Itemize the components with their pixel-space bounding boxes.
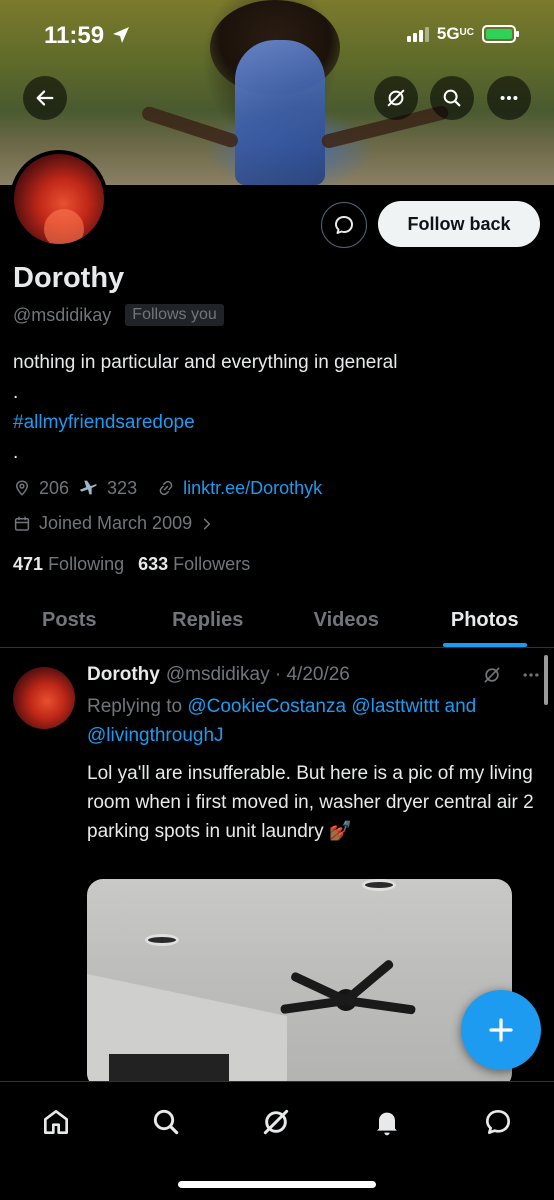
status-indicators: 5GUC — [406, 24, 519, 44]
compose-post-button[interactable] — [461, 990, 541, 1070]
profile-avatar[interactable] — [10, 150, 108, 248]
profile-tabs: Posts Replies Videos Photos — [0, 594, 554, 648]
back-button[interactable] — [23, 76, 67, 120]
nav-messages[interactable] — [478, 1102, 518, 1142]
bio-hashtag-link[interactable]: #allmyfriendsaredope — [13, 410, 543, 440]
follow-back-button[interactable]: Follow back — [378, 201, 540, 247]
search-icon — [443, 89, 461, 107]
tweet-handle-date: @msdidikay · 4/20/26 — [165, 664, 350, 685]
handle-row: @msdidikay Follows you — [13, 304, 224, 326]
followers-label: Followers — [173, 554, 251, 574]
tweet-header: Dorothy @msdidikay · 4/20/26 — [87, 664, 542, 686]
cellular-signal-icon — [406, 26, 429, 42]
nav-home[interactable] — [36, 1102, 76, 1142]
nav-search[interactable] — [146, 1102, 186, 1142]
search-button[interactable] — [430, 76, 474, 120]
replying-prefix: Replying to — [87, 696, 183, 717]
tab-photos[interactable]: Photos — [416, 594, 554, 647]
profile-bio: nothing in particular and everything in … — [13, 350, 543, 470]
mention-link[interactable]: @livingthroughJ — [87, 725, 224, 746]
bio-text: nothing in particular and everything in … — [13, 352, 398, 373]
follow-stats: 471 Following 633 Followers — [13, 554, 250, 575]
grok-icon[interactable] — [482, 665, 502, 685]
profile-website-link[interactable]: linktr.ee/Dorothyk — [183, 478, 322, 499]
more-horizontal-icon — [500, 95, 518, 101]
location-text-b: 323 — [107, 477, 138, 498]
and-word: and — [444, 696, 477, 717]
profile-handle: @msdidikay — [13, 304, 112, 325]
airplane-icon — [79, 480, 97, 495]
tweet-header-actions — [482, 665, 542, 685]
tweet-author-name[interactable]: Dorothy — [87, 664, 160, 686]
tweet-text: Lol ya'll are insufferable. But here is … — [87, 763, 534, 842]
following-label: Following — [48, 554, 125, 574]
more-button[interactable] — [487, 76, 531, 120]
message-bubble-icon — [335, 216, 353, 234]
tweet-author-avatar[interactable] — [13, 667, 75, 729]
home-icon — [44, 1110, 68, 1134]
tab-posts[interactable]: Posts — [0, 594, 139, 647]
followers-link[interactable]: 633 Followers — [138, 554, 250, 575]
battery-icon — [482, 25, 519, 43]
messages-icon — [486, 1110, 510, 1134]
nav-notifications[interactable] — [367, 1102, 407, 1142]
chevron-right-icon — [204, 518, 211, 529]
banner-arm-left — [140, 104, 240, 150]
banner-figure-dress — [235, 40, 325, 185]
notifications-icon — [377, 1112, 397, 1136]
replying-to-line: Replying to @CookieCostanza @lasttwittt … — [87, 692, 537, 750]
nav-grok[interactable] — [256, 1102, 296, 1142]
home-indicator[interactable] — [178, 1181, 376, 1188]
grok-icon — [387, 89, 405, 107]
network-label: 5GUC — [436, 24, 474, 43]
mention-link[interactable]: @lasttwittt — [351, 696, 439, 717]
message-button[interactable] — [321, 202, 367, 248]
scrollbar[interactable] — [544, 655, 548, 705]
joined-date: Joined March 2009 — [39, 513, 193, 533]
following-link[interactable]: 471 Following — [13, 554, 124, 575]
more-horizontal-icon[interactable] — [520, 665, 542, 685]
tab-replies[interactable]: Replies — [139, 594, 278, 647]
arrow-left-icon — [36, 90, 54, 106]
grok-button[interactable] — [374, 76, 418, 120]
link-icon — [159, 480, 173, 496]
location-arrow-icon — [112, 27, 129, 43]
location-text-a: 206 — [39, 477, 70, 498]
bio-dot: . — [13, 382, 19, 403]
followers-count: 633 — [138, 554, 169, 574]
plus-icon — [489, 1018, 513, 1042]
bio-dot: . — [13, 442, 19, 463]
location-pin-icon — [15, 480, 29, 496]
profile-meta-row: 206 323 linktr.ee/Dorothyk — [13, 477, 322, 499]
profile-display-name: Dorothy — [13, 262, 125, 294]
following-count: 471 — [13, 554, 44, 574]
search-icon — [153, 1109, 179, 1135]
tab-videos[interactable]: Videos — [277, 594, 416, 647]
mention-link[interactable]: @CookieCostanza — [187, 696, 346, 717]
tweet-photo[interactable] — [87, 879, 512, 1089]
joined-row[interactable]: Joined March 2009 — [13, 513, 214, 534]
calendar-icon — [14, 516, 30, 531]
status-time: 11:59 — [44, 22, 131, 50]
follows-you-badge: Follows you — [125, 304, 224, 326]
grok-icon — [263, 1109, 289, 1135]
